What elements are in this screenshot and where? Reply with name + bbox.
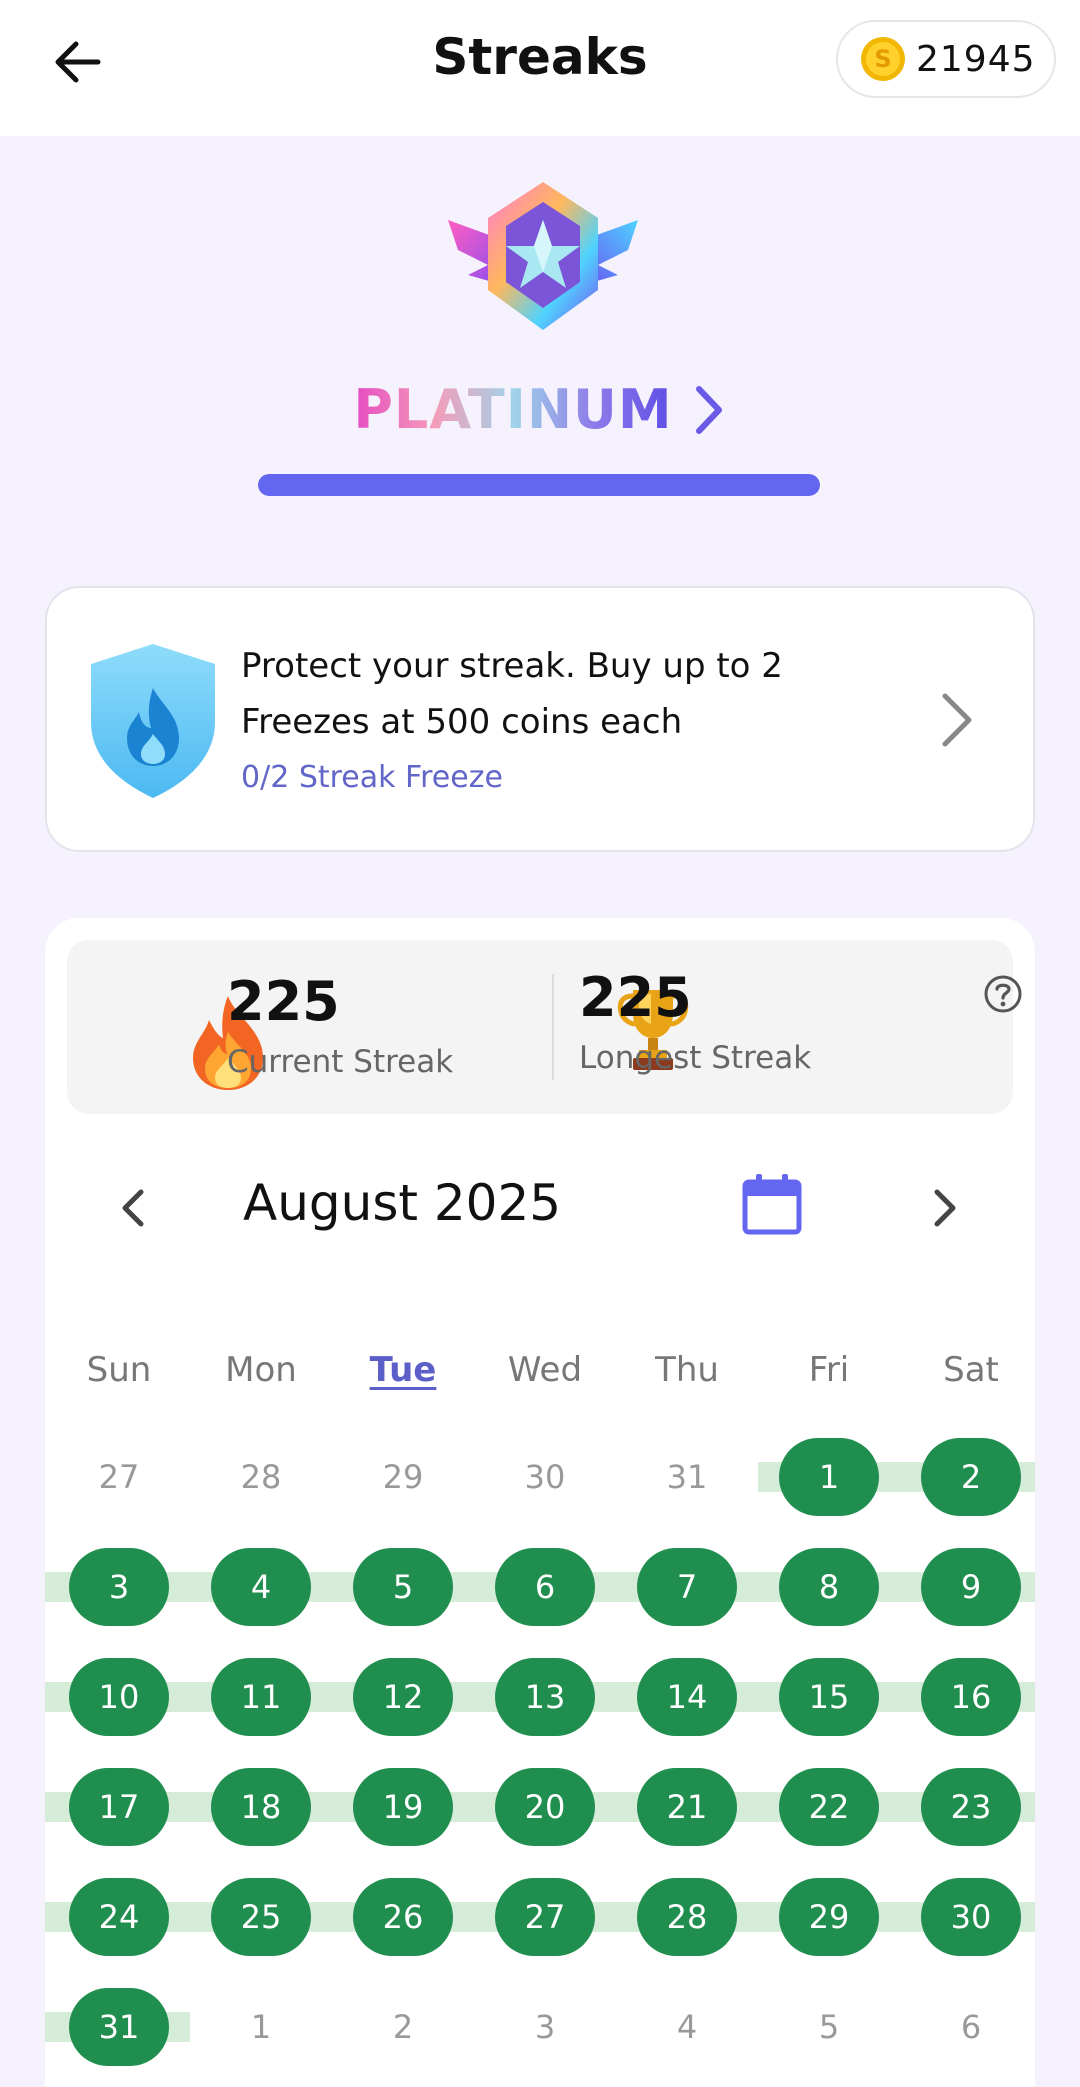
- streak-day[interactable]: 19: [353, 1768, 453, 1846]
- weekday-thu: Thu: [655, 1350, 719, 1390]
- calendar-day[interactable]: 31: [637, 1438, 737, 1516]
- tier-link[interactable]: PLATINUM: [0, 378, 1080, 441]
- tier-progress-bar: [258, 474, 820, 496]
- streak-day[interactable]: 17: [69, 1768, 169, 1846]
- streak-day[interactable]: 16: [921, 1658, 1021, 1736]
- coin-count: 21945: [916, 38, 1036, 80]
- current-streak-label: Current Streak: [227, 1044, 454, 1080]
- streak-day[interactable]: 7: [637, 1548, 737, 1626]
- longest-streak-value: 225: [579, 966, 692, 1029]
- calendar-day[interactable]: 4: [637, 1988, 737, 2066]
- freeze-message: Protect your streak. Buy up to 2 Freezes…: [241, 646, 783, 742]
- streak-day[interactable]: 20: [495, 1768, 595, 1846]
- month-label: August 2025: [243, 1174, 562, 1232]
- streak-day[interactable]: 5: [353, 1548, 453, 1626]
- calendar-day[interactable]: 6: [921, 1988, 1021, 2066]
- streak-day[interactable]: 28: [637, 1878, 737, 1956]
- coin-icon: S: [861, 37, 905, 81]
- longest-streak-label: Longest Streak: [579, 1040, 812, 1076]
- weekday-fri: Fri: [808, 1350, 850, 1390]
- calendar-day[interactable]: 29: [353, 1438, 453, 1516]
- streak-day[interactable]: 1: [779, 1438, 879, 1516]
- weekday-sun: Sun: [86, 1350, 152, 1390]
- streak-day[interactable]: 22: [779, 1768, 879, 1846]
- weekday-sat: Sat: [943, 1350, 999, 1390]
- streak-day[interactable]: 4: [211, 1548, 311, 1626]
- weekday-wed: Wed: [507, 1350, 583, 1390]
- current-streak-value: 225: [227, 970, 340, 1033]
- calendar-day[interactable]: 28: [211, 1438, 311, 1516]
- stats-divider: [552, 974, 554, 1080]
- coin-balance[interactable]: S 21945: [836, 20, 1056, 98]
- streak-day[interactable]: 31: [69, 1988, 169, 2066]
- calendar-day[interactable]: 5: [779, 1988, 879, 2066]
- month-navigation: August 2025: [45, 1166, 1035, 1246]
- streak-day[interactable]: 14: [637, 1658, 737, 1736]
- streak-day[interactable]: 11: [211, 1658, 311, 1736]
- streak-day[interactable]: 2: [921, 1438, 1021, 1516]
- streak-day[interactable]: 12: [353, 1658, 453, 1736]
- weekday-mon: Mon: [225, 1350, 297, 1390]
- calendar-day[interactable]: 2: [353, 1988, 453, 2066]
- freeze-status: 0/2 Streak Freeze: [241, 760, 503, 795]
- streak-freeze-card[interactable]: Protect your streak. Buy up to 2 Freezes…: [45, 586, 1035, 852]
- streak-day[interactable]: 9: [921, 1548, 1021, 1626]
- calendar-icon[interactable]: [741, 1172, 803, 1236]
- streak-day[interactable]: 15: [779, 1658, 879, 1736]
- calendar-day[interactable]: 1: [211, 1988, 311, 2066]
- tier-name: PLATINUM: [353, 378, 673, 441]
- streak-day[interactable]: 10: [69, 1658, 169, 1736]
- streak-day[interactable]: 29: [779, 1878, 879, 1956]
- streak-day[interactable]: 6: [495, 1548, 595, 1626]
- streak-day[interactable]: 18: [211, 1768, 311, 1846]
- streak-stats: 225 Current Streak 225 Longest Streak: [67, 940, 1022, 1114]
- calendar-day[interactable]: 3: [495, 1988, 595, 2066]
- streak-day[interactable]: 25: [211, 1878, 311, 1956]
- streak-day[interactable]: 23: [921, 1768, 1021, 1846]
- streak-day[interactable]: 3: [69, 1548, 169, 1626]
- tier-progress-fill: [258, 474, 820, 496]
- streak-day[interactable]: 24: [69, 1878, 169, 1956]
- shield-fire-icon: [91, 644, 215, 798]
- streak-day[interactable]: 26: [353, 1878, 453, 1956]
- streak-day[interactable]: 13: [495, 1658, 595, 1736]
- streak-calendar-card: 225 Current Streak 225 Longest Streak Au…: [45, 918, 1035, 2087]
- chevron-left-icon[interactable]: [113, 1184, 153, 1232]
- streak-day[interactable]: 30: [921, 1878, 1021, 1956]
- help-icon[interactable]: [983, 974, 1023, 1014]
- chevron-right-icon: [942, 693, 972, 747]
- calendar-day[interactable]: 30: [495, 1438, 595, 1516]
- streak-day[interactable]: 8: [779, 1548, 879, 1626]
- chevron-right-icon: [695, 385, 722, 434]
- calendar-day[interactable]: 27: [69, 1438, 169, 1516]
- svg-text:S: S: [874, 45, 891, 73]
- chevron-right-icon[interactable]: [925, 1184, 965, 1232]
- app-header: Streaks S 21945: [0, 0, 1080, 136]
- streak-day[interactable]: 21: [637, 1768, 737, 1846]
- calendar-grid: 27 28 29 30 31 1 2 3 4 5 6 7 8 9 10 11 12 13 14 15 16 17 18 19 2…: [45, 1438, 1035, 2087]
- platinum-badge-icon[interactable]: [448, 180, 638, 340]
- streak-day[interactable]: 27: [495, 1878, 595, 1956]
- weekday-tue: Tue: [369, 1350, 437, 1390]
- weekday-header: Sun Mon Tue Wed Thu Fri Sat: [45, 1350, 1035, 1400]
